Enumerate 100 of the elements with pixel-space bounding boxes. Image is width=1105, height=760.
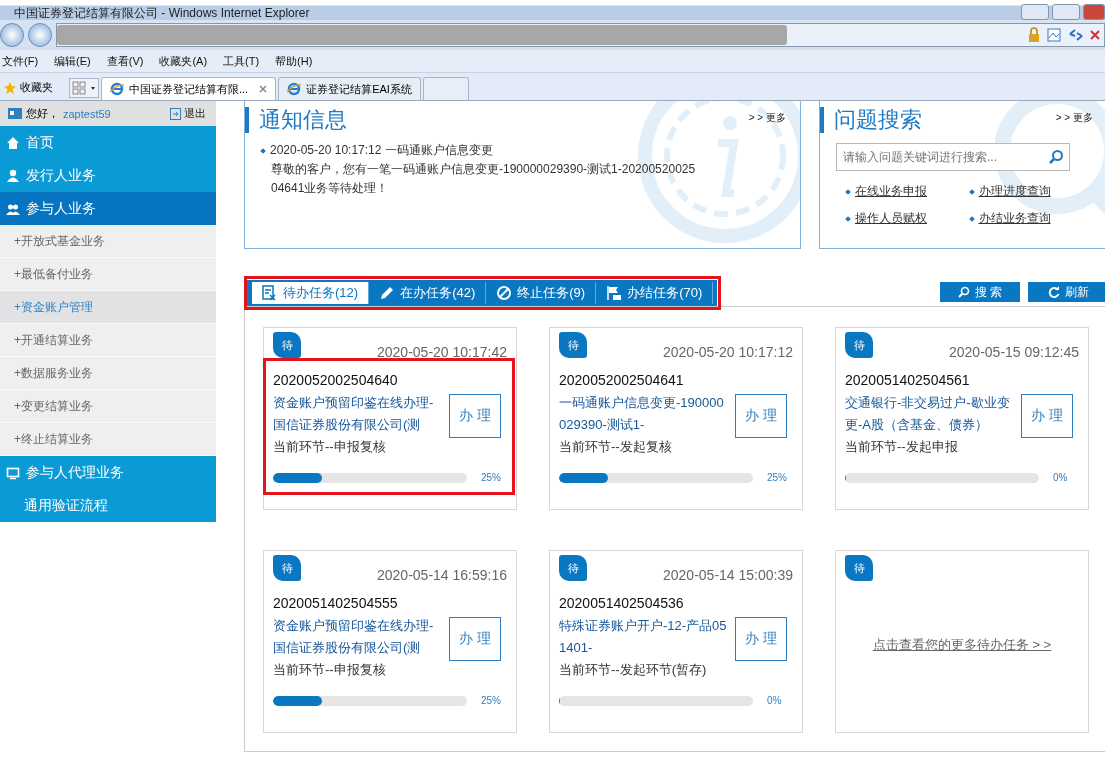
ban-icon [496,285,513,301]
person-icon [6,168,20,183]
task-step: 当前环节--申报复核 [273,661,507,679]
panel-title: 问题搜索 [820,107,922,133]
browser-logo-icon [110,82,124,96]
task-step: 当前环节--发起环节(暂存) [559,661,793,679]
handle-button[interactable]: 办 理 [449,617,501,661]
handle-button[interactable]: 办 理 [1021,394,1073,438]
search-icon [957,286,970,298]
search-icon[interactable] [1048,149,1064,165]
task-number: 2020052002504640 [273,372,399,388]
sidebar-item[interactable]: +开通结算业务 [0,324,216,357]
menu-item[interactable]: 查看(V) [106,53,144,69]
task-time: 2020-05-15 09:12:45 [949,344,1079,360]
task-number: 2020051402504561 [845,372,971,388]
new-tab-button[interactable] [422,77,469,100]
bullet-icon [260,148,266,154]
menu-item[interactable]: 编辑(E) [54,53,91,69]
task-time: 2020-05-14 15:00:39 [663,567,793,583]
progress-percent: 0% [1053,472,1068,483]
minimize-button[interactable] [1021,4,1049,20]
task-tab[interactable]: 待办任务(12) [252,282,370,304]
home-icon [6,135,20,150]
back-button[interactable] [0,23,24,47]
menu-item[interactable]: 收藏夹(A) [159,53,208,69]
sidebar-item[interactable]: +终止结算业务 [0,423,216,456]
close-button[interactable] [1083,4,1105,20]
task-tab[interactable]: 终止任务(9) [486,282,597,304]
tag-badge: 待 [273,555,301,581]
browser-tab[interactable]: 证券登记结算EAI系统 [278,77,421,100]
tag-badge: 待 [845,555,873,581]
progress-percent: 25% [481,472,501,483]
task-step: 当前环节--申报复核 [273,438,507,456]
task-step: 当前环节--发起复核 [559,438,793,456]
quick-link[interactable]: 操作人员赋权 [846,210,970,227]
sidebar-item[interactable]: +最低备付业务 [0,258,216,291]
sidebar-item[interactable]: +数据服务业务 [0,357,216,390]
star-icon [4,81,16,94]
browser-logo-icon [287,82,302,96]
refresh-icon [1047,286,1060,298]
progress-percent: 25% [481,695,501,706]
panel-title: 通知信息 [245,107,347,133]
more-tasks-link[interactable]: 点击查看您的更多待办任务 > > [872,635,1052,654]
address-field[interactable] [56,23,1105,47]
task-title[interactable]: 资金账户预留印鉴在线办理-国信证券股份有限公司(测 [273,615,443,659]
task-tab[interactable]: 办结任务(70) [596,282,714,304]
quick-link[interactable]: 在线业务申报 [846,183,970,200]
quick-tabs-icon[interactable] [69,78,99,98]
task-time: 2020-05-14 16:59:16 [377,567,507,583]
logout-icon [170,107,181,120]
task-number: 2020051402504536 [559,595,685,611]
menu-item[interactable]: 工具(T) [223,53,260,69]
forward-button[interactable] [28,23,52,47]
pencil-icon [379,285,396,301]
task-number: 2020051402504555 [273,595,399,611]
task-time: 2020-05-20 10:17:42 [377,344,507,360]
username-text: zaptest59 [63,107,111,120]
search-button[interactable]: 搜 索 [940,282,1020,302]
browser-tab[interactable]: 中国证券登记结算有限... [101,77,277,100]
flag-icon [606,285,623,301]
search-field[interactable]: 请输入问题关键词进行搜索... [836,143,1070,171]
tag-badge: 待 [273,332,301,358]
close-tab-icon[interactable] [259,85,268,93]
task-number: 2020052002504641 [559,372,685,388]
task-tab[interactable]: 在办任务(42) [369,282,487,304]
menu-item[interactable]: 文件(F) [2,53,39,69]
task-title[interactable]: 交通银行-非交易过户-歇业变更-A股（含基金、债券） [845,392,1015,436]
quick-link[interactable]: 办结业务查询 [969,210,1093,227]
notice-headline[interactable]: 2020-05-20 10:17:12 一码通账户信息变更 [270,143,493,157]
logout-link[interactable]: 退出 [170,106,206,121]
more-link[interactable]: > > 更多 [1055,111,1093,125]
handle-button[interactable]: 办 理 [735,617,787,661]
progress-percent: 0% [767,695,782,706]
task-step: 当前环节--发起申报 [845,438,1079,456]
window-title: 中国证券登记结算有限公司 - Windows Internet Explorer [13,7,310,20]
refresh-icon[interactable] [1068,27,1084,43]
sidebar-item[interactable]: 参与人业务 [0,192,216,225]
task-title[interactable]: 资金账户预留印鉴在线办理-国信证券股份有限公司(测 [273,392,443,436]
lock-icon [1028,27,1040,43]
sidebar-item[interactable]: +开放式基金业务 [0,225,216,258]
task-title[interactable]: 特殊证券账户开户-12-产品051401- [559,615,729,659]
menu-item[interactable]: 帮助(H) [275,53,313,69]
restore-button[interactable] [1052,4,1080,20]
handle-button[interactable]: 办 理 [449,394,501,438]
notice-text: 尊敬的客户，您有一笔一码通账户信息变更-190000029390-测试1-2020052002504641业务等待处理！ [270,161,696,197]
tag-badge: 待 [559,555,587,581]
compatibility-icon[interactable] [1046,27,1062,43]
task-title[interactable]: 一码通账户信息变更-190000029390-测试1- [559,392,729,436]
task-list-icon [262,285,278,301]
quick-link[interactable]: 办理进度查询 [969,183,1093,200]
handle-button[interactable]: 办 理 [735,394,787,438]
more-link[interactable]: > > 更多 [748,111,786,125]
favorites-button[interactable]: 收藏夹 [0,80,67,100]
sidebar-item[interactable]: +变更结算业务 [0,390,216,423]
tag-badge: 待 [845,332,873,358]
task-time: 2020-05-20 10:17:12 [663,344,793,360]
progress-percent: 25% [767,472,787,483]
user-card-icon [8,108,22,119]
refresh-button[interactable]: 刷新 [1028,282,1105,302]
stop-icon[interactable] [1090,29,1100,41]
